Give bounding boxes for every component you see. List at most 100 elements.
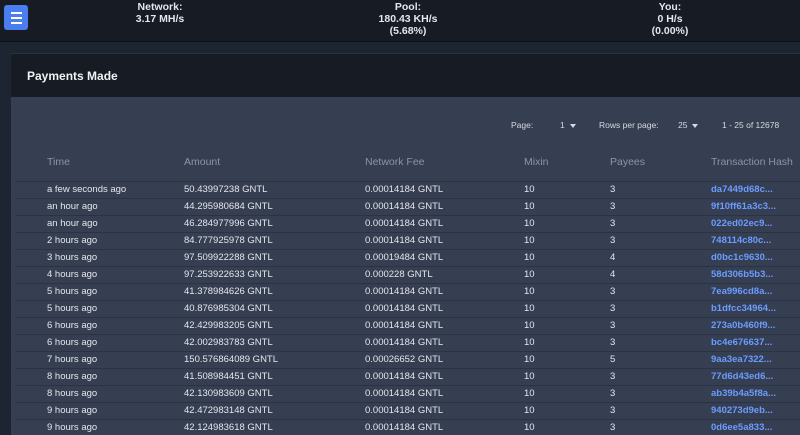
network-fee-cell: 0.00014184 GNTL [365,235,444,246]
menu-icon-bar [10,11,22,14]
network-fee-cell: 0.00014184 GNTL [365,218,444,229]
column-header-time[interactable]: Time [47,156,70,168]
amount-cell: 42.429983205 GNTL [184,320,273,331]
table-row: 5 hours ago 41.378984626 GNTL 0.00014184 G… [15,283,800,300]
time-cell: a few seconds ago [47,184,127,195]
time-cell: 8 hours ago [47,388,98,399]
column-header-transaction-hash[interactable]: Transaction Hash [711,156,793,168]
mixin-cell: 10 [524,371,535,382]
column-header-mixin[interactable]: Mixin [524,156,549,168]
amount-cell: 46.284977996 GNTL [184,218,273,229]
amount-cell: 84.777925978 GNTL [184,235,273,246]
payees-cell: 3 [610,405,616,416]
time-cell: 2 hours ago [47,235,98,246]
amount-cell: 97.509922288 GNTL [184,252,273,263]
network-value: 3.17 MH/s [135,13,185,25]
time-cell: 8 hours ago [47,371,98,382]
mixin-cell: 10 [524,286,535,297]
transaction-hash-link[interactable]: 9f10ff61a3c3... [711,201,776,212]
time-cell: 9 hours ago [47,422,98,433]
payments-panel: Payments Made Page: 1 Rows per page: 25 … [11,53,800,435]
time-cell: an hour ago [47,218,98,229]
pool-value: 180.43 KH/s [378,13,438,25]
network-label: Network: [137,1,183,13]
page-select[interactable]: 1 [560,120,576,130]
column-header-network-fee[interactable]: Network Fee [365,156,425,168]
pool-percent: (5.68%) [389,25,427,37]
amount-cell: 42.124983618 GNTL [184,422,273,433]
transaction-hash-link[interactable]: 022ed02ec9... [711,218,772,229]
transaction-hash-link[interactable]: 58d306b5b3... [711,269,773,280]
amount-cell: 97.253922633 GNTL [184,269,273,280]
payments-table-body: a few seconds ago 50.43997238 GNTL 0.00014… [15,181,800,435]
rows-per-page-value: 25 [678,120,688,130]
transaction-hash-link[interactable]: bc4e676637... [711,337,772,348]
payees-cell: 3 [610,337,616,348]
payees-cell: 3 [610,184,616,195]
pool-hashrate-stat: Pool: 180.43 KH/s (5.68%) [358,1,458,37]
time-cell: 5 hours ago [47,303,98,314]
transaction-hash-link[interactable]: 940273d9eb... [711,405,773,416]
mixin-cell: 10 [524,303,535,314]
table-row: 9 hours ago 42.124983618 GNTL 0.00014184 G… [15,419,800,435]
menu-icon-bar [10,21,22,24]
network-fee-cell: 0.00014184 GNTL [365,184,444,195]
network-fee-cell: 0.00014184 GNTL [365,201,444,212]
table-row: an hour ago 44.295980684 GNTL 0.00014184 G… [15,198,800,215]
pool-label: Pool: [394,1,422,13]
payees-cell: 3 [610,218,616,229]
time-cell: 7 hours ago [47,354,98,365]
time-cell: 6 hours ago [47,337,98,348]
table-row: 8 hours ago 41.508984451 GNTL 0.00014184 G… [15,368,800,385]
transaction-hash-link[interactable]: 9aa3ea7322... [711,354,772,365]
rows-per-page-select[interactable]: 25 [678,120,699,130]
mixin-cell: 10 [524,422,535,433]
you-label: You: [658,1,682,13]
payees-cell: 3 [610,320,616,331]
transaction-hash-link[interactable]: 0d6ee5a833... [711,422,772,433]
page-select-value: 1 [560,120,565,130]
you-percent: (0.00%) [651,25,689,37]
transaction-hash-link[interactable]: da7449d68c... [711,184,773,195]
mixin-cell: 10 [524,388,535,399]
mixin-cell: 10 [524,235,535,246]
table-row: 3 hours ago 97.509922288 GNTL 0.00019484 G… [15,249,800,266]
payees-cell: 3 [610,371,616,382]
table-row: 2 hours ago 84.777925978 GNTL 0.00014184 G… [15,232,800,249]
amount-cell: 42.130983609 GNTL [184,388,273,399]
your-hashrate-stat: You: 0 H/s (0.00%) [620,1,720,37]
network-fee-cell: 0.00019484 GNTL [365,252,444,263]
caret-down-icon [569,123,576,128]
rows-per-page-label: Rows per page: [599,120,659,130]
mixin-cell: 10 [524,354,535,365]
network-hashrate-stat: Network: 3.17 MH/s [110,1,210,25]
mixin-cell: 10 [524,320,535,331]
time-cell: an hour ago [47,201,98,212]
transaction-hash-link[interactable]: 748114c80c... [711,235,771,246]
transaction-hash-link[interactable]: d0bc1c9630... [711,252,773,263]
mixin-cell: 10 [524,405,535,416]
payees-cell: 3 [610,422,616,433]
amount-cell: 40.876985304 GNTL [184,303,273,314]
column-header-amount[interactable]: Amount [184,156,220,168]
transaction-hash-link[interactable]: 77d6d43ed6... [711,371,773,382]
mixin-cell: 10 [524,218,535,229]
amount-cell: 42.472983148 GNTL [184,405,273,416]
transaction-hash-link[interactable]: b1dfcc34964... [711,303,776,314]
table-row: 9 hours ago 42.472983148 GNTL 0.00014184 G… [15,402,800,419]
transaction-hash-link[interactable]: ab39b4a5f8a... [711,388,776,399]
table-row: 4 hours ago 97.253922633 GNTL 0.000228 GNT… [15,266,800,283]
payees-cell: 4 [610,252,616,263]
menu-icon[interactable] [4,5,28,30]
transaction-hash-link[interactable]: 7ea996cd8a... [711,286,772,297]
table-row: 8 hours ago 42.130983609 GNTL 0.00014184 G… [15,385,800,402]
transaction-hash-link[interactable]: 273a0b460f9... [711,320,775,331]
payees-cell: 3 [610,286,616,297]
time-cell: 9 hours ago [47,405,98,416]
payees-cell: 3 [610,201,616,212]
payees-cell: 3 [610,303,616,314]
time-cell: 5 hours ago [47,286,98,297]
column-header-payees[interactable]: Payees [610,156,645,168]
mixin-cell: 10 [524,337,535,348]
table-row: an hour ago 46.284977996 GNTL 0.00014184 G… [15,215,800,232]
